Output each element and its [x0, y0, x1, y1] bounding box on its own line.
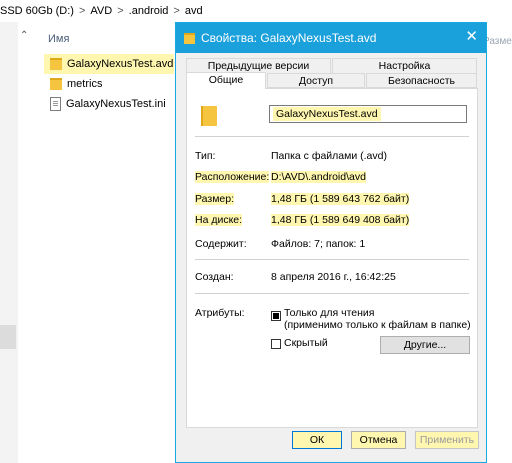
type-label: Тип:: [195, 150, 216, 162]
tab-sharing[interactable]: Доступ: [267, 73, 365, 88]
dialog-titlebar[interactable]: Свойства: GalaxyNexusTest.avd ✕: [176, 23, 486, 53]
breadcrumb-avd[interactable]: AVD: [90, 5, 112, 17]
breadcrumb-separator: >: [78, 5, 86, 17]
divider: [195, 259, 469, 260]
tab-customize[interactable]: Настройка: [332, 58, 477, 73]
location-label: Расположение:: [195, 171, 270, 183]
apply-button[interactable]: Применить: [415, 431, 479, 449]
file-icon: [50, 97, 61, 111]
collapse-up-icon[interactable]: ⌃: [20, 30, 28, 41]
list-item[interactable]: metrics: [44, 74, 174, 94]
folder-icon: [184, 32, 195, 44]
breadcrumb-separator: >: [173, 5, 180, 17]
size-label: Размер:: [195, 193, 235, 205]
cancel-button[interactable]: Отмена: [351, 431, 406, 449]
readonly-checkbox[interactable]: [271, 311, 281, 321]
divider: [195, 136, 469, 137]
column-header-name[interactable]: Имя: [48, 33, 69, 45]
location-value: D:\AVD\.android\avd: [271, 171, 366, 183]
hidden-checkbox[interactable]: [271, 339, 281, 349]
navigation-pane[interactable]: [0, 22, 18, 463]
tab-security[interactable]: Безопасность: [366, 73, 477, 88]
general-tab-panel: GalaxyNexusTest.avd Тип: Папка с файлами…: [186, 88, 478, 428]
hidden-label[interactable]: Скрытый: [284, 337, 328, 349]
file-name: GalaxyNexusTest.ini: [66, 98, 166, 110]
dialog-title: Свойства: GalaxyNexusTest.avd: [201, 31, 377, 45]
contains-label: Содержит:: [195, 238, 247, 250]
breadcrumb[interactable]: SSD 60Gb (D:) > AVD > .android > avd: [0, 0, 512, 22]
created-label: Создан:: [195, 271, 234, 283]
folder-icon: [50, 58, 62, 70]
file-name: GalaxyNexusTest.avd: [67, 58, 174, 70]
name-input-value[interactable]: GalaxyNexusTest.avd: [273, 107, 381, 121]
tab-general[interactable]: Общие: [186, 72, 266, 89]
ok-button[interactable]: ОК: [292, 431, 342, 449]
divider: [195, 293, 469, 294]
disk-size-label: На диске:: [195, 214, 243, 226]
tab-previous-versions[interactable]: Предыдущие версии: [186, 58, 331, 73]
breadcrumb-drive[interactable]: SSD 60Gb (D:): [0, 5, 74, 17]
list-item[interactable]: GalaxyNexusTest.avd: [44, 54, 174, 74]
close-icon[interactable]: ✕: [465, 29, 478, 45]
file-name: metrics: [67, 78, 103, 90]
contains-value: Файлов: 7; папок: 1: [271, 238, 366, 250]
readonly-label[interactable]: Только для чтения: [284, 307, 374, 319]
folder-icon: [50, 78, 62, 90]
properties-dialog: Свойства: GalaxyNexusTest.avd ✕ Предыдущ…: [175, 22, 487, 463]
attributes-label: Атрибуты:: [195, 307, 245, 319]
created-value: 8 апреля 2016 г., 16:42:25: [271, 271, 396, 283]
folder-icon: [201, 106, 217, 126]
file-list: GalaxyNexusTest.avd metrics GalaxyNexusT…: [44, 54, 174, 114]
breadcrumb-avd-folder[interactable]: avd: [185, 5, 203, 17]
breadcrumb-android[interactable]: .android: [129, 5, 169, 17]
disk-size-value: 1,48 ГБ (1 589 649 408 байт): [271, 214, 410, 226]
column-header-size[interactable]: Разме: [483, 36, 512, 47]
size-value: 1,48 ГБ (1 589 643 762 байт): [271, 193, 410, 205]
breadcrumb-separator: >: [117, 5, 124, 17]
readonly-note: (применимо только к файлам в папке): [284, 319, 471, 331]
type-value: Папка с файлами (.avd): [271, 150, 387, 162]
advanced-button[interactable]: Другие...: [380, 336, 470, 354]
navigation-scrollbar-thumb[interactable]: [0, 325, 16, 349]
list-item[interactable]: GalaxyNexusTest.ini: [44, 94, 174, 114]
